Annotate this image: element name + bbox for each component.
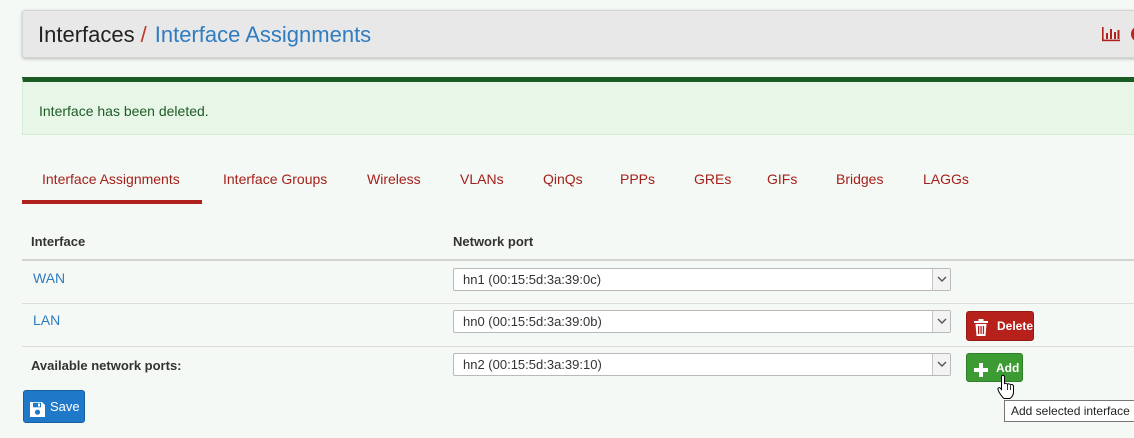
page-header: Interfaces / Interface Assignments — [22, 10, 1134, 58]
row-divider — [22, 346, 1134, 347]
interface-link-lan[interactable]: LAN — [33, 312, 60, 328]
floppy-disk-icon — [29, 398, 46, 429]
column-header-network-port: Network port — [453, 234, 534, 249]
tab-wireless[interactable]: Wireless — [367, 160, 421, 204]
chevron-down-icon — [932, 354, 950, 375]
tab-interface-groups[interactable]: Interface Groups — [223, 160, 327, 204]
tab-ppps[interactable]: PPPs — [620, 160, 655, 204]
success-alert: Interface has been deleted. — [22, 77, 1134, 135]
tab-qinqs[interactable]: QinQs — [543, 160, 583, 204]
save-button[interactable]: Save — [23, 390, 85, 423]
add-button-tooltip: Add selected interface — [1004, 400, 1134, 422]
available-ports-label: Available network ports: — [31, 358, 182, 373]
column-header-interface: Interface — [31, 234, 86, 249]
chevron-down-icon — [932, 311, 950, 332]
tab-gifs[interactable]: GIFs — [767, 160, 797, 204]
tab-bar: Interface Assignments Interface Groups W… — [22, 160, 1134, 204]
row-divider — [22, 303, 1134, 304]
tab-gres[interactable]: GREs — [694, 160, 731, 204]
interface-link-wan[interactable]: WAN — [33, 270, 65, 286]
breadcrumb-root[interactable]: Interfaces — [38, 22, 135, 47]
breadcrumb-separator: / — [140, 22, 147, 47]
breadcrumb-current[interactable]: Interface Assignments — [155, 22, 371, 47]
breadcrumb: Interfaces / Interface Assignments — [38, 22, 371, 48]
header-divider — [22, 259, 1134, 261]
tab-interface-assignments[interactable]: Interface Assignments — [22, 160, 202, 204]
trash-icon — [973, 318, 989, 346]
delete-interface-button[interactable]: Delete — [966, 311, 1034, 341]
plus-icon — [973, 360, 989, 388]
chevron-down-icon — [932, 269, 950, 290]
network-port-select-lan[interactable]: hn0 (00:15:5d:3a:39:0b) — [453, 310, 951, 333]
tab-vlans[interactable]: VLANs — [460, 160, 504, 204]
network-port-select-wan[interactable]: hn1 (00:15:5d:3a:39:0c) — [453, 268, 951, 291]
tab-bridges[interactable]: Bridges — [836, 160, 883, 204]
tab-laggs[interactable]: LAGGs — [923, 160, 969, 204]
bar-chart-icon[interactable] — [1101, 25, 1121, 43]
available-port-select[interactable]: hn2 (00:15:5d:3a:39:10) — [453, 353, 951, 376]
alert-message: Interface has been deleted. — [39, 103, 209, 119]
